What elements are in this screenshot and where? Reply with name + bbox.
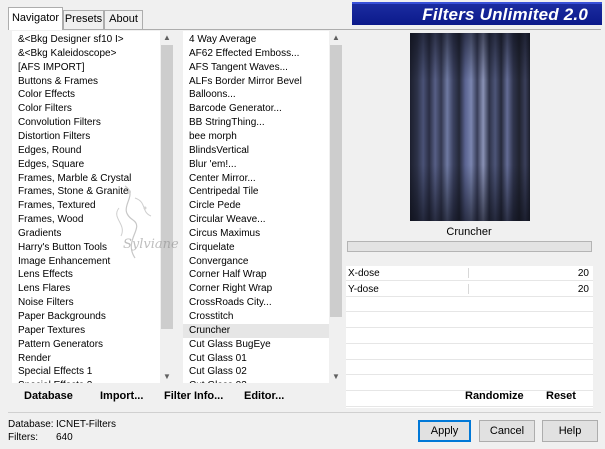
param-value[interactable]: 20 xyxy=(578,284,589,295)
category-list-item[interactable]: Edges, Round xyxy=(12,144,160,158)
filter-list-item[interactable]: Circular Weave... xyxy=(183,213,329,227)
category-list-item[interactable]: Lens Flares xyxy=(12,282,160,296)
scroll-up-arrow-icon[interactable]: ▲ xyxy=(329,31,343,44)
filter-list-item[interactable]: Cut Glass 02 xyxy=(183,365,329,379)
param-label: X-dose xyxy=(348,268,380,279)
filters-count: 640 xyxy=(56,432,73,443)
param-slider-tick xyxy=(468,268,469,278)
category-list-item[interactable]: Render xyxy=(12,352,160,366)
database-button[interactable]: Database xyxy=(24,390,73,402)
param-row-empty xyxy=(346,345,593,360)
filter-list-item[interactable]: Centripedal Tile xyxy=(183,185,329,199)
editor-button[interactable]: Editor... xyxy=(244,390,284,402)
selected-filter-name: Cruncher xyxy=(446,226,492,238)
filter-list-item[interactable]: BlindsVertical xyxy=(183,144,329,158)
filter-list-item[interactable]: ALFs Border Mirror Bevel xyxy=(183,75,329,89)
filter-list-item[interactable]: Circus Maximus xyxy=(183,227,329,241)
parameter-panel: X-dose 20 Y-dose 20 xyxy=(346,266,593,408)
filter-list-item[interactable]: Balloons... xyxy=(183,88,329,102)
param-row[interactable]: X-dose 20 xyxy=(346,266,593,281)
param-slider-tick xyxy=(468,283,469,294)
filter-list-item[interactable]: Crosstitch xyxy=(183,310,329,324)
filter-list-item[interactable]: Blur 'em!... xyxy=(183,158,329,172)
scroll-up-arrow-icon[interactable]: ▲ xyxy=(160,31,174,44)
category-list-item[interactable]: Color Filters xyxy=(12,102,160,116)
filters-label: Filters: xyxy=(8,432,38,443)
watermark-logo: Sylviane xyxy=(116,185,179,259)
apply-button[interactable]: Apply xyxy=(418,420,471,442)
filter-list-item[interactable]: Cruncher xyxy=(183,323,329,338)
category-list-item[interactable]: Pattern Generators xyxy=(12,338,160,352)
filter-list-item[interactable]: Cirquelate xyxy=(183,241,329,255)
category-list-item[interactable]: Special Effects 1 xyxy=(12,365,160,379)
category-list-item[interactable]: Distortion Filters xyxy=(12,130,160,144)
database-value: ICNET-Filters xyxy=(56,419,116,430)
category-list-item[interactable]: Paper Textures xyxy=(12,324,160,338)
tab-about[interactable]: About xyxy=(104,10,143,29)
filter-list-item[interactable]: Cut Glass 03 xyxy=(183,379,329,383)
import-button[interactable]: Import... xyxy=(100,390,143,402)
scroll-down-arrow-icon[interactable]: ▼ xyxy=(329,370,343,383)
param-row-empty xyxy=(346,376,593,391)
filter-list-item[interactable]: 4 Way Average xyxy=(183,33,329,47)
category-list-item[interactable]: Color Effects xyxy=(12,88,160,102)
tab-divider xyxy=(8,29,601,30)
help-button[interactable]: Help xyxy=(542,420,598,442)
filter-list-item[interactable]: Cut Glass 01 xyxy=(183,352,329,366)
bottom-divider xyxy=(8,412,601,413)
category-list-item[interactable]: Lens Effects xyxy=(12,268,160,282)
category-list-item[interactable]: Buttons & Frames xyxy=(12,75,160,89)
filter-scroll-thumb[interactable] xyxy=(330,45,342,317)
database-label: Database: xyxy=(8,419,54,430)
param-label: Y-dose xyxy=(348,283,379,295)
cancel-button[interactable]: Cancel xyxy=(479,420,535,442)
category-list-item[interactable]: &<Bkg Designer sf10 I> xyxy=(12,33,160,47)
banner-title: Filters Unlimited 2.0 xyxy=(422,4,588,24)
randomize-button[interactable]: Randomize xyxy=(465,390,524,402)
category-list-item[interactable]: [AFS IMPORT] xyxy=(12,61,160,75)
param-value[interactable]: 20 xyxy=(578,268,589,279)
tab-navigator[interactable]: Navigator xyxy=(8,7,63,30)
filter-list-item[interactable]: Center Mirror... xyxy=(183,172,329,186)
category-list-item[interactable]: Paper Backgrounds xyxy=(12,310,160,324)
filter-list-item[interactable]: BB StringThing... xyxy=(183,116,329,130)
filter-info-button[interactable]: Filter Info... xyxy=(164,390,223,402)
scroll-down-arrow-icon[interactable]: ▼ xyxy=(160,370,174,383)
tab-presets[interactable]: Presets xyxy=(63,10,104,29)
filter-list-item[interactable]: Circle Pede xyxy=(183,199,329,213)
filter-name-bar xyxy=(347,241,592,252)
param-row-empty xyxy=(346,297,593,313)
filter-list-item[interactable]: bee morph xyxy=(183,130,329,144)
filter-list-item[interactable]: Barcode Generator... xyxy=(183,102,329,116)
param-row-empty xyxy=(346,360,593,376)
watermark-text: Sylviane xyxy=(123,237,179,252)
param-row-empty xyxy=(346,313,593,329)
filter-list-item[interactable]: Corner Right Wrap xyxy=(183,282,329,296)
category-list-item[interactable]: &<Bkg Kaleidoscope> xyxy=(12,47,160,61)
filter-list-item[interactable]: Corner Half Wrap xyxy=(183,268,329,282)
category-list-item[interactable]: Special Effects 2 xyxy=(12,379,160,383)
filter-list[interactable]: 4 Way Average AF62 Effected Emboss... AFS … xyxy=(183,31,329,383)
category-list-item[interactable]: Convolution Filters xyxy=(12,116,160,130)
product-banner: Filters Unlimited 2.0 xyxy=(352,2,602,25)
filter-list-item[interactable]: Cut Glass BugEye xyxy=(183,338,329,352)
filter-list-item[interactable]: Convergance xyxy=(183,255,329,269)
filter-list-item[interactable]: CrossRoads City... xyxy=(183,296,329,310)
filter-scrollbar[interactable]: ▲ ▼ xyxy=(329,31,343,383)
filter-list-item[interactable]: AFS Tangent Waves... xyxy=(183,61,329,75)
category-list-item[interactable]: Edges, Square xyxy=(12,158,160,172)
param-row[interactable]: Y-dose 20 xyxy=(346,282,593,297)
reset-button[interactable]: Reset xyxy=(546,390,576,402)
preview-image xyxy=(410,33,530,221)
param-row-empty xyxy=(346,329,593,344)
category-list-item[interactable]: Noise Filters xyxy=(12,296,160,310)
filter-list-item[interactable]: AF62 Effected Emboss... xyxy=(183,47,329,61)
